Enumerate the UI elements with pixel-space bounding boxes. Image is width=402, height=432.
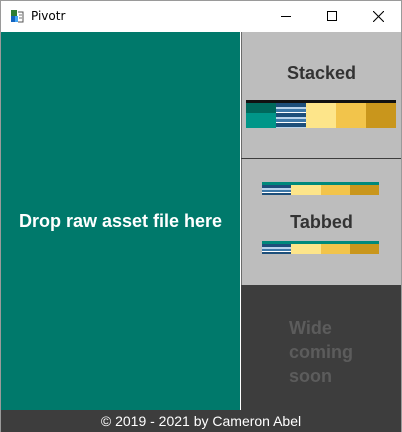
wide-coming-soon-label: Wide coming soon — [289, 316, 353, 388]
stacked-label: Stacked — [286, 63, 357, 83]
maximize-button[interactable] — [309, 1, 355, 31]
drop-zone-label: Drop raw asset file here — [18, 210, 223, 231]
preview-swatch-gold — [349, 185, 379, 195]
preview-swatch-teal — [246, 103, 276, 128]
tabbed-label: Tabbed — [290, 212, 353, 232]
wide-label-line: soon — [289, 366, 332, 386]
close-button[interactable] — [355, 1, 401, 31]
preview-swatch-light-yellow — [291, 244, 321, 254]
preview-swatch-blue — [276, 103, 306, 128]
preview-swatch-yellow — [336, 103, 366, 128]
drop-zone[interactable]: Drop raw asset file here — [1, 32, 240, 410]
stacked-preview — [246, 100, 396, 128]
preview-swatch-blue — [262, 244, 292, 254]
preview-swatch-light-yellow — [306, 103, 336, 128]
preview-swatch-gold — [349, 244, 379, 254]
copyright-text: © 2019 - 2021 by Cameron Abel — [100, 413, 302, 429]
wide-label-line: Wide — [289, 318, 332, 338]
preview-swatch-yellow — [320, 185, 350, 195]
title-bar[interactable]: Pivotr — [1, 1, 401, 31]
window-title: Pivotr — [31, 9, 66, 23]
footer: © 2019 - 2021 by Cameron Abel — [1, 410, 401, 432]
pivotr-app-icon — [10, 9, 24, 23]
preview-swatch-gold — [366, 103, 396, 128]
minimize-icon — [281, 16, 291, 17]
tabbed-preview-top — [262, 182, 379, 195]
preview-swatch-blue — [262, 185, 292, 195]
tabbed-preview-bottom — [262, 241, 379, 254]
close-icon — [372, 10, 384, 22]
preview-swatch-yellow — [320, 244, 350, 254]
minimize-button[interactable] — [263, 1, 309, 31]
layout-options: Stacked Tabbed Wide coming soon — [241, 32, 401, 410]
maximize-icon — [327, 11, 337, 21]
preview-swatch-light-yellow — [291, 185, 321, 195]
tabbed-layout-option[interactable]: Tabbed — [241, 159, 401, 285]
wide-layout-option: Wide coming soon — [241, 286, 401, 410]
app-window: Pivotr Drop raw asset file here Stacked — [0, 0, 402, 432]
stacked-layout-option[interactable]: Stacked — [241, 32, 401, 158]
wide-label-line: coming — [289, 342, 354, 362]
